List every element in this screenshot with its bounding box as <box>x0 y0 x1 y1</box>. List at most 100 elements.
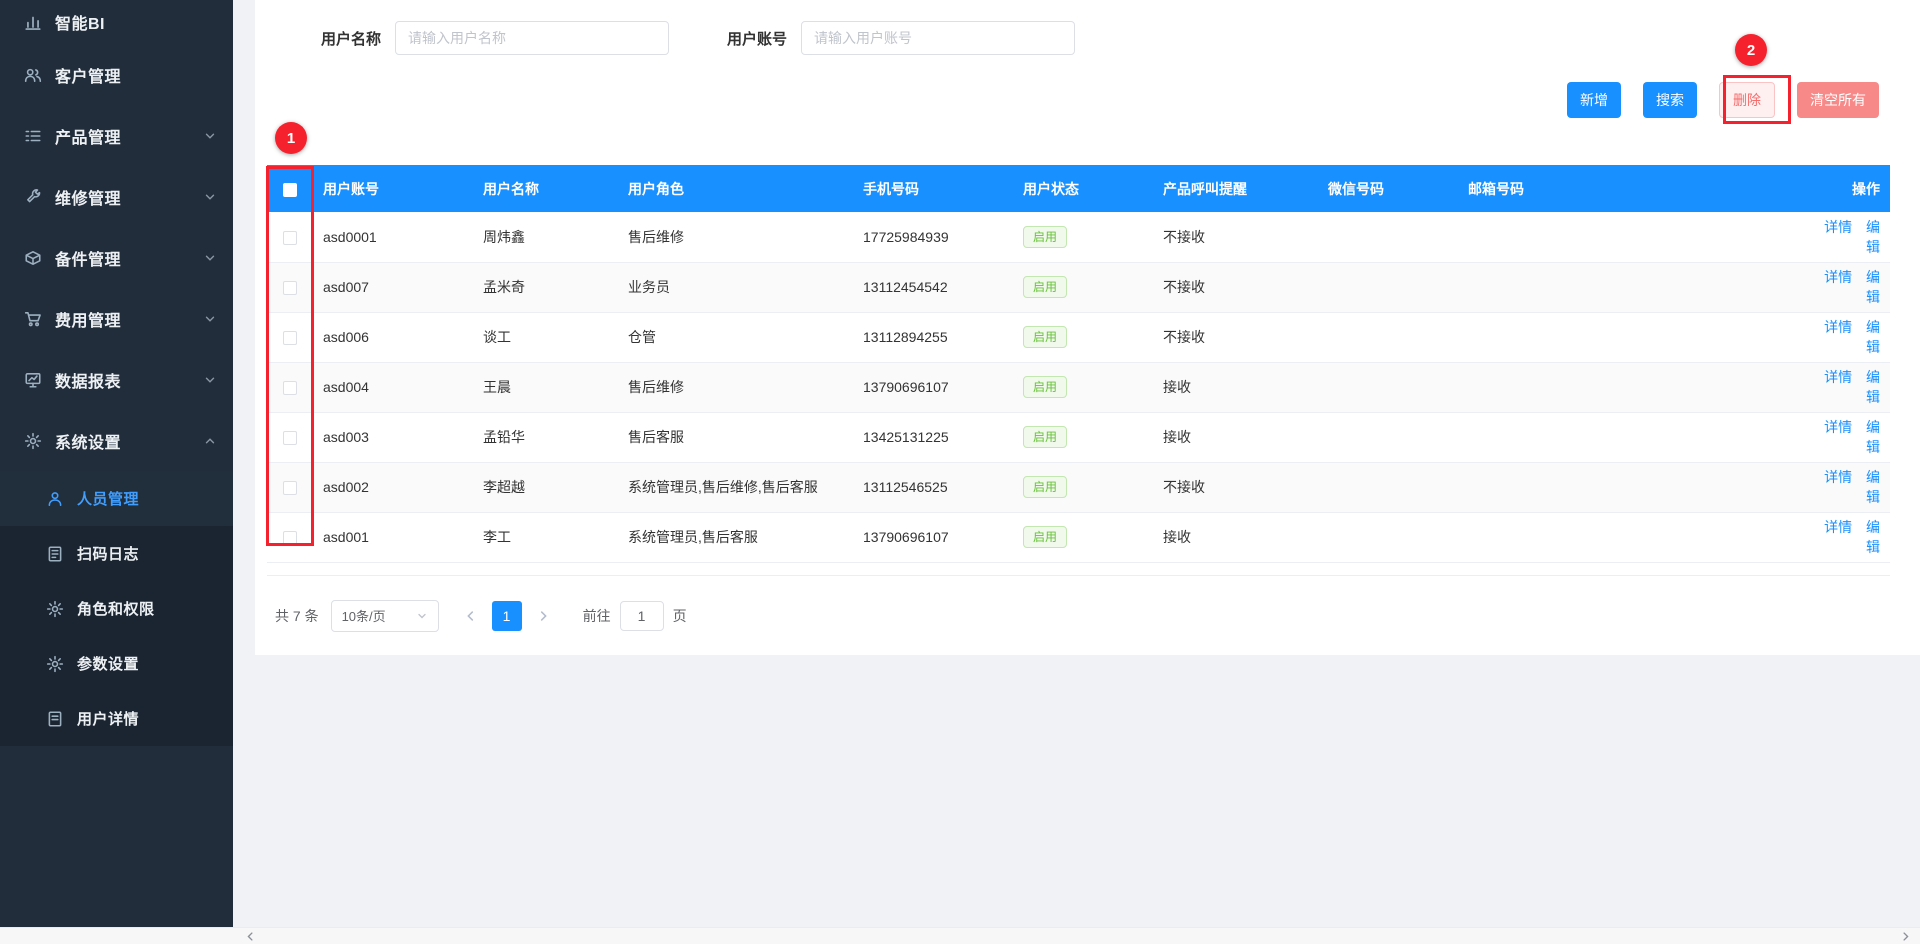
scroll-left-icon[interactable] <box>245 931 256 942</box>
cart-icon <box>24 310 42 328</box>
users-table: 用户账号 用户名称 用户角色 手机号码 用户状态 产品呼叫提醒 微信号码 邮箱号… <box>267 165 1890 576</box>
sidebar-item-bi[interactable]: 智能BI <box>0 0 233 44</box>
annotation-step-2-badge: 2 <box>1735 34 1767 66</box>
main-area: 用户名称 用户账号 新增 搜索 删除 清空所有 <box>233 0 1920 927</box>
cell-email <box>1458 312 1798 362</box>
sidebar-item-user-details[interactable]: 用户详情 <box>0 691 233 746</box>
prev-page-button[interactable] <box>456 601 486 631</box>
sidebar-item-parameters[interactable]: 参数设置 <box>0 636 233 691</box>
select-all-checkbox[interactable] <box>283 183 297 197</box>
table-row: asd007 孟米奇 业务员 13112454542 启用 不接收 详情 编辑 <box>267 262 1890 312</box>
row-checkbox[interactable] <box>283 531 297 545</box>
cell-name: 李工 <box>473 512 618 562</box>
cell-notify: 接收 <box>1153 412 1318 462</box>
system-settings-submenu: 人员管理 扫码日志 角色和权限 参数设置 用户详情 <box>0 471 233 746</box>
detail-link[interactable]: 详情 <box>1824 369 1852 385</box>
cell-actions: 详情 编辑 <box>1798 212 1890 262</box>
table-body: asd0001 周炜鑫 售后维修 17725984939 启用 不接收 详情 编… <box>267 212 1890 562</box>
cell-wechat <box>1318 462 1458 512</box>
sidebar-item-scan-log[interactable]: 扫码日志 <box>0 526 233 581</box>
detail-link[interactable]: 详情 <box>1824 519 1852 535</box>
row-checkbox[interactable] <box>283 481 297 495</box>
cell-account: asd003 <box>313 412 473 462</box>
cell-name: 周炜鑫 <box>473 212 618 262</box>
user-account-input[interactable] <box>801 21 1075 55</box>
toolbar: 新增 搜索 删除 清空所有 <box>267 82 1890 118</box>
edit-link[interactable]: 编辑 <box>1866 369 1880 405</box>
sidebar-item-products[interactable]: 产品管理 <box>0 105 233 166</box>
cell-actions: 详情 编辑 <box>1798 362 1890 412</box>
edit-link[interactable]: 编辑 <box>1866 269 1880 305</box>
cell-actions: 详情 编辑 <box>1798 262 1890 312</box>
cell-email <box>1458 362 1798 412</box>
cell-status: 启用 <box>1013 462 1153 512</box>
detail-link[interactable]: 详情 <box>1824 419 1852 435</box>
table-footer-spacer <box>267 563 1890 576</box>
gear-icon <box>46 600 64 618</box>
sidebar-item-label: 用户详情 <box>77 708 217 729</box>
table-row: asd004 王晨 售后维修 13790696107 启用 接收 详情 编辑 <box>267 362 1890 412</box>
column-header-email: 邮箱号码 <box>1458 165 1798 212</box>
status-badge: 启用 <box>1023 326 1067 348</box>
goto-page-input[interactable] <box>620 601 664 631</box>
cell-status: 启用 <box>1013 362 1153 412</box>
sidebar-item-reports[interactable]: 数据报表 <box>0 349 233 410</box>
status-badge: 启用 <box>1023 476 1067 498</box>
table-row: asd006 谈工 仓管 13112894255 启用 不接收 详情 编辑 <box>267 312 1890 362</box>
status-badge: 启用 <box>1023 426 1067 448</box>
detail-link[interactable]: 详情 <box>1824 219 1852 235</box>
edit-link[interactable]: 编辑 <box>1866 519 1880 555</box>
sidebar-item-label: 智能BI <box>55 10 217 34</box>
sidebar-item-personnel[interactable]: 人员管理 <box>0 471 233 526</box>
content-card: 用户名称 用户账号 新增 搜索 删除 清空所有 <box>255 0 1920 655</box>
page-size-value: 10条/页 <box>342 606 386 625</box>
row-checkbox[interactable] <box>283 381 297 395</box>
sidebar-item-label: 客户管理 <box>55 63 217 87</box>
document-icon <box>46 710 64 728</box>
column-header-account: 用户账号 <box>313 165 473 212</box>
scroll-right-icon[interactable] <box>1900 931 1911 942</box>
search-button[interactable]: 搜索 <box>1643 82 1697 118</box>
row-checkbox[interactable] <box>283 431 297 445</box>
add-button[interactable]: 新增 <box>1567 82 1621 118</box>
detail-link[interactable]: 详情 <box>1824 469 1852 485</box>
detail-link[interactable]: 详情 <box>1824 269 1852 285</box>
cell-name: 谈工 <box>473 312 618 362</box>
status-badge: 启用 <box>1023 226 1067 248</box>
filter-row: 用户名称 用户账号 <box>321 0 1890 55</box>
horizontal-scrollbar[interactable] <box>0 927 1920 944</box>
user-account-label: 用户账号 <box>727 28 787 49</box>
person-icon <box>46 490 64 508</box>
edit-link[interactable]: 编辑 <box>1866 469 1880 505</box>
user-name-input[interactable] <box>395 21 669 55</box>
cell-role: 售后维修 <box>618 212 853 262</box>
sidebar-item-repairs[interactable]: 维修管理 <box>0 166 233 227</box>
delete-button[interactable]: 删除 <box>1719 82 1775 118</box>
page-number-button[interactable]: 1 <box>492 601 522 631</box>
chevron-right-icon <box>536 609 550 623</box>
row-checkbox[interactable] <box>283 231 297 245</box>
users-icon <box>24 66 42 84</box>
sidebar-item-expenses[interactable]: 费用管理 <box>0 288 233 349</box>
cell-phone: 17725984939 <box>853 212 1013 262</box>
report-chart-icon <box>24 371 42 389</box>
sidebar-item-customers[interactable]: 客户管理 <box>0 44 233 105</box>
row-checkbox[interactable] <box>283 331 297 345</box>
cell-wechat <box>1318 512 1458 562</box>
edit-link[interactable]: 编辑 <box>1866 319 1880 355</box>
sidebar-item-spare-parts[interactable]: 备件管理 <box>0 227 233 288</box>
edit-link[interactable]: 编辑 <box>1866 219 1880 255</box>
cell-status: 启用 <box>1013 312 1153 362</box>
clear-all-button[interactable]: 清空所有 <box>1797 82 1879 118</box>
page-size-select[interactable]: 10条/页 <box>331 600 439 632</box>
chevron-down-icon <box>416 610 428 622</box>
edit-link[interactable]: 编辑 <box>1866 419 1880 455</box>
sidebar-item-roles-permissions[interactable]: 角色和权限 <box>0 581 233 636</box>
cell-actions: 详情 编辑 <box>1798 462 1890 512</box>
cell-phone: 13790696107 <box>853 362 1013 412</box>
row-checkbox[interactable] <box>283 281 297 295</box>
cell-account: asd002 <box>313 462 473 512</box>
detail-link[interactable]: 详情 <box>1824 319 1852 335</box>
sidebar-item-system-settings[interactable]: 系统设置 <box>0 410 233 471</box>
next-page-button[interactable] <box>528 601 558 631</box>
